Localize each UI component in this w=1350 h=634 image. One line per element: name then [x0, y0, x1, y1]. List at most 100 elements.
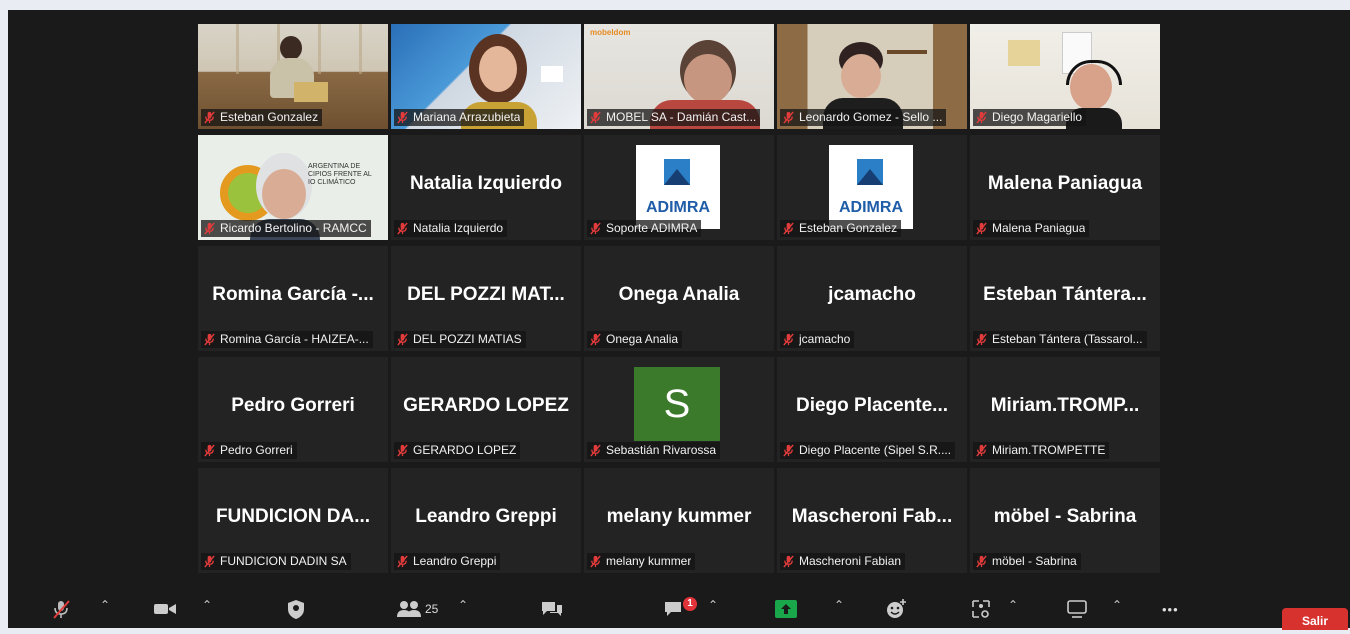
video-camera-icon — [154, 604, 176, 614]
muted-mic-icon — [976, 333, 987, 346]
apps-button[interactable] — [970, 590, 992, 628]
participant-name-label: Natalia Izquierdo — [394, 220, 508, 237]
participants-options-chevron-icon[interactable]: ⌃ — [458, 598, 468, 612]
participant-tile-20[interactable]: Miriam.TROMP... Miriam.TROMPETTE — [970, 357, 1160, 462]
participant-name: Ricardo Bertolino - RAMCC — [220, 221, 367, 235]
participant-name-label: Sebastián Rivarossa — [587, 442, 721, 459]
participant-name-label: Diego Magariello — [973, 109, 1087, 126]
chat-bubbles-icon — [542, 602, 562, 616]
participant-tile-5[interactable]: Diego Magariello — [970, 24, 1160, 129]
participant-tile-11[interactable]: Romina García -... Romina García - HAIZE… — [198, 246, 388, 351]
more-dots-icon: ••• — [1162, 601, 1179, 617]
participant-tile-12[interactable]: DEL POZZI MAT... DEL POZZI MATIAS — [391, 246, 581, 351]
muted-mic-icon — [590, 333, 601, 346]
participant-display-name: melany kummer — [606, 506, 752, 527]
participant-tile-21[interactable]: FUNDICION DA... FUNDICION DADIN SA — [198, 468, 388, 573]
participant-tile-13[interactable]: Onega Analia Onega Analia — [584, 246, 774, 351]
muted-mic-icon — [783, 222, 794, 235]
muted-mic-icon — [783, 555, 794, 568]
participant-name: Esteban Gonzalez — [799, 221, 898, 235]
logo-text: ADIMRA — [839, 199, 903, 216]
participant-name-label: jcamacho — [780, 331, 855, 348]
participant-display-name: DEL POZZI MAT... — [407, 284, 565, 305]
participant-tile-19[interactable]: Diego Placente... Diego Placente (Sipel … — [777, 357, 967, 462]
participant-name: Miriam.TROMPETTE — [992, 443, 1106, 457]
reactions-button[interactable] — [885, 590, 907, 628]
participant-tile-7[interactable]: Natalia Izquierdo Natalia Izquierdo — [391, 135, 581, 240]
mute-button[interactable] — [50, 590, 72, 628]
participant-name: jcamacho — [799, 332, 851, 346]
participant-tile-17[interactable]: GERARDO LOPEZ GERARDO LOPEZ — [391, 357, 581, 462]
participant-name: Leonardo Gomez - Sello ... — [799, 110, 943, 124]
participant-name-label: Diego Placente (Sipel S.R.... — [780, 442, 956, 459]
participant-tile-6[interactable]: ARGENTINA DE CIPIOS FRENTE AL IO CLIMÁTICO… — [198, 135, 388, 240]
participant-display-name: GERARDO LOPEZ — [403, 395, 569, 416]
participant-name-label: Mariana Arrazubieta — [394, 109, 525, 126]
participant-tile-2[interactable]: Mariana Arrazubieta — [391, 24, 581, 129]
video-options-chevron-icon[interactable]: ⌃ — [202, 598, 212, 612]
chat-unread-badge: 1 — [683, 597, 697, 611]
security-button[interactable] — [286, 590, 306, 628]
muted-mic-icon — [590, 111, 601, 124]
share-options-chevron-icon[interactable]: ⌃ — [834, 598, 844, 612]
participant-name: Malena Paniagua — [992, 221, 1086, 235]
participant-name-label: Esteban Tántera (Tassarol... — [973, 331, 1147, 348]
muted-mic-icon — [397, 333, 408, 346]
participant-name: Esteban Gonzalez — [220, 110, 319, 124]
participant-display-name: FUNDICION DA... — [215, 506, 371, 527]
participant-tile-25[interactable]: möbel - Sabrina möbel - Sabrina — [970, 468, 1160, 573]
participant-display-name: Onega Analia — [618, 284, 740, 305]
muted-mic-icon — [783, 444, 794, 457]
video-watermark: mobeldom — [590, 28, 631, 37]
participant-name: GERARDO LOPEZ — [413, 443, 517, 457]
participant-name: Pedro Gorreri — [220, 443, 293, 457]
muted-mic-icon — [397, 222, 408, 235]
chat-button[interactable] — [540, 590, 564, 628]
participant-name: Mariana Arrazubieta — [413, 110, 521, 124]
participant-tile-24[interactable]: Mascheroni Fab... Mascheroni Fabian — [777, 468, 967, 573]
participant-tile-15[interactable]: Esteban Tántera... Esteban Tántera (Tass… — [970, 246, 1160, 351]
participant-name: Natalia Izquierdo — [413, 221, 504, 235]
apps-options-chevron-icon[interactable]: ⌃ — [1008, 598, 1018, 612]
participant-tile-18[interactable]: S Sebastián Rivarossa — [584, 357, 774, 462]
participant-name: Leandro Greppi — [413, 554, 497, 568]
participant-tile-22[interactable]: Leandro Greppi Leandro Greppi — [391, 468, 581, 573]
participant-display-name: Esteban Tántera... — [983, 284, 1147, 305]
muted-mic-icon — [204, 555, 215, 568]
participant-name-label: Ricardo Bertolino - RAMCC — [201, 220, 371, 237]
participant-name-label: MOBEL SA - Damián Cast... — [587, 109, 761, 126]
whiteboard-options-chevron-icon[interactable]: ⌃ — [1112, 598, 1122, 612]
participant-tile-23[interactable]: melany kummer melany kummer — [584, 468, 774, 573]
participant-name: FUNDICION DADIN SA — [220, 554, 347, 568]
muted-mic-icon — [590, 555, 601, 568]
participant-tile-1[interactable]: Esteban Gonzalez — [198, 24, 388, 129]
participants-button[interactable]: 25 — [396, 590, 438, 628]
participant-name: Diego Placente (Sipel S.R.... — [799, 443, 952, 457]
participant-display-name: Pedro Gorreri — [231, 395, 355, 416]
participant-tile-4[interactable]: Leonardo Gomez - Sello ... — [777, 24, 967, 129]
muted-mic-icon — [397, 555, 408, 568]
audio-options-chevron-icon[interactable]: ⌃ — [100, 598, 110, 612]
muted-mic-icon — [204, 222, 215, 235]
participant-tile-9[interactable]: ADIMRA Esteban Gonzalez — [777, 135, 967, 240]
participant-tile-8[interactable]: ADIMRA Soporte ADIMRA — [584, 135, 774, 240]
participant-name-label: Leandro Greppi — [394, 553, 501, 570]
participant-tile-16[interactable]: Pedro Gorreri Pedro Gorreri — [198, 357, 388, 462]
participant-name: Esteban Tántera (Tassarol... — [992, 332, 1143, 346]
participant-tile-3[interactable]: mobeldom MOBEL SA - Damián Cast... — [584, 24, 774, 129]
smiley-add-icon — [887, 599, 906, 618]
participant-tile-10[interactable]: Malena Paniagua Malena Paniagua — [970, 135, 1160, 240]
participant-tile-14[interactable]: jcamacho jcamacho — [777, 246, 967, 351]
chat-options-chevron-icon[interactable]: ⌃ — [708, 598, 718, 612]
reactions-chat-button[interactable] — [663, 590, 687, 628]
muted-mic-icon — [783, 111, 794, 124]
leave-button[interactable]: Salir — [1282, 608, 1348, 630]
whiteboard-button[interactable] — [1066, 590, 1088, 628]
participant-name: Diego Magariello — [992, 110, 1083, 124]
participant-name: Sebastián Rivarossa — [606, 443, 717, 457]
share-screen-button[interactable] — [775, 590, 797, 628]
participant-display-name: Diego Placente... — [795, 395, 949, 416]
video-button[interactable] — [153, 590, 177, 628]
participant-name-label: Leonardo Gomez - Sello ... — [780, 109, 947, 126]
more-button[interactable]: ••• — [1162, 590, 1179, 628]
